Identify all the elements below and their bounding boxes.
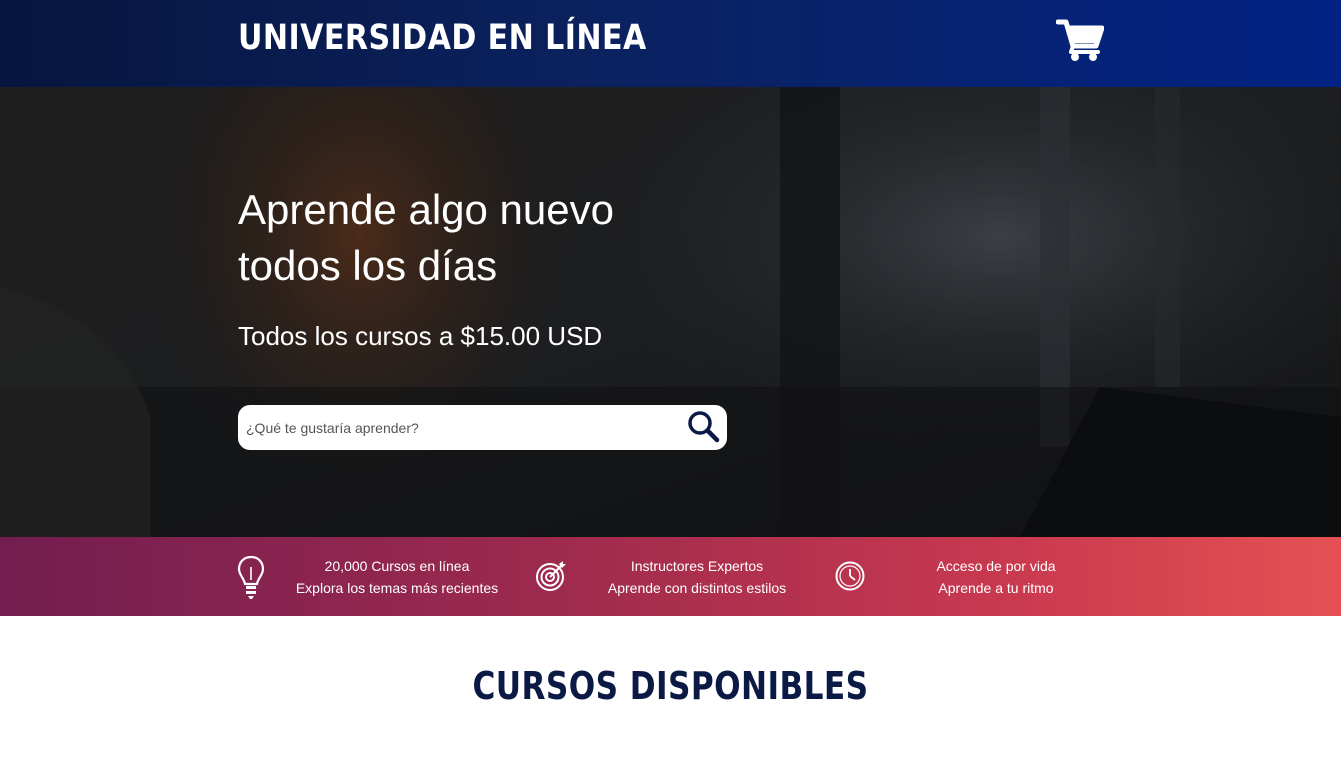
- feature-item-courses: 20,000 Cursos en línea Explora los temas…: [277, 555, 517, 599]
- site-logo[interactable]: UNIVERSIDAD EN LÍNEA: [238, 18, 647, 58]
- hero-background-image: [0, 87, 1341, 537]
- hero-banner: Aprende algo nuevo todos los días Todos …: [0, 87, 1341, 537]
- features-bar: 20,000 Cursos en línea Explora los temas…: [0, 537, 1341, 616]
- hero-subtitle: Todos los cursos a $15.00 USD: [238, 321, 603, 351]
- feature-title: Acceso de por vida: [936, 558, 1056, 574]
- clock-icon: [835, 561, 865, 596]
- feature-subtitle: Explora los temas más recientes: [295, 580, 499, 596]
- hero-title: Aprende algo nuevo todos los días: [238, 182, 758, 294]
- search-icon[interactable]: [686, 409, 722, 445]
- feature-title: Instructores Expertos: [630, 558, 764, 574]
- feature-item-access: Acceso de por vida Aprende a tu ritmo: [876, 555, 1116, 599]
- lightbulb-icon: [236, 554, 266, 605]
- feature-subtitle: Aprende a tu ritmo: [938, 580, 1054, 596]
- feature-title: 20,000 Cursos en línea: [324, 558, 470, 574]
- feature-item-instructors: Instructores Expertos Aprende con distin…: [577, 555, 817, 599]
- hero-title-line-1: Aprende algo nuevo: [238, 186, 614, 233]
- feature-subtitle: Aprende con distintos estilos: [607, 580, 787, 596]
- site-header: UNIVERSIDAD EN LÍNEA: [0, 0, 1341, 87]
- search-form: [238, 405, 727, 450]
- section-title-text: CURSOS DISPONIBLES: [472, 664, 869, 708]
- target-icon: [535, 560, 567, 597]
- search-input[interactable]: [246, 405, 676, 450]
- hero-title-line-2: todos los días: [238, 242, 498, 289]
- shopping-cart-icon[interactable]: [1055, 18, 1105, 62]
- section-title: CURSOS DISPONIBLES: [0, 664, 1341, 708]
